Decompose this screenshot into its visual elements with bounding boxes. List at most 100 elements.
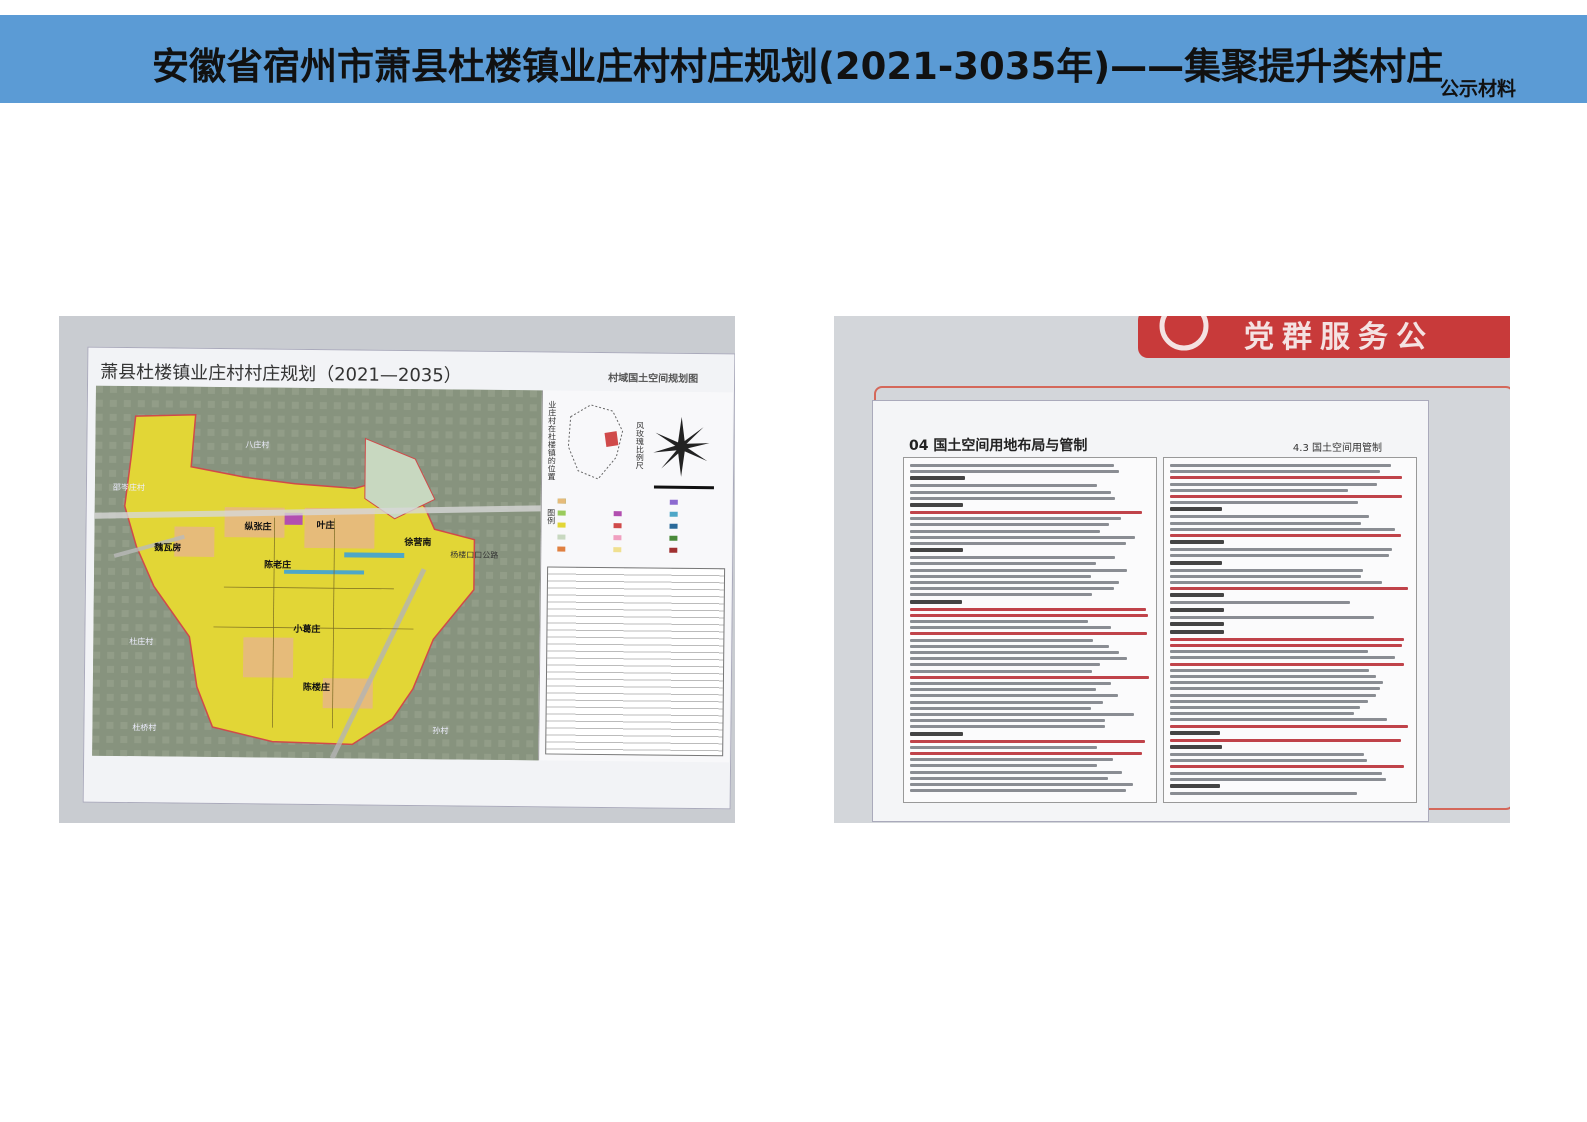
text-line — [910, 694, 1119, 698]
text-line — [1170, 521, 1362, 525]
text-line — [1170, 784, 1221, 788]
text-line — [1170, 650, 1368, 654]
text-line — [910, 593, 1093, 597]
text-line — [1170, 629, 1224, 634]
text-line — [1170, 568, 1364, 572]
text-line — [1170, 693, 1376, 697]
text-line — [1170, 534, 1402, 537]
text-line — [910, 688, 1097, 692]
text-line — [910, 562, 1097, 566]
text-line — [910, 626, 1112, 630]
map-side-panel: 业庄村在杜楼镇的位置 风玫瑰比例尺 图例 — [538, 390, 733, 763]
text-line — [910, 535, 1135, 539]
text-line — [910, 657, 1128, 661]
text-line — [910, 548, 964, 553]
text-line — [910, 745, 1097, 749]
text-line — [910, 706, 1091, 710]
text-line — [910, 663, 1100, 667]
text-line — [1170, 712, 1355, 716]
text-line — [1170, 607, 1224, 612]
text-line — [910, 644, 1110, 648]
text-line — [1170, 587, 1409, 591]
village-label: 徐营南 — [404, 537, 432, 549]
text-line — [910, 725, 1105, 729]
text-line — [1170, 540, 1224, 545]
neighbor-label: 杜桥村 — [132, 723, 157, 733]
text-line — [910, 470, 1120, 474]
page-subtitle: 公示材料 — [1440, 78, 1517, 100]
text-column-left — [903, 457, 1157, 803]
text-line — [1170, 730, 1221, 735]
text-line — [1170, 548, 1392, 552]
text-line — [1170, 574, 1361, 578]
wind-rose-icon — [653, 416, 710, 477]
map-poster: 萧县杜楼镇业庄村村庄规划（2021—2035） 村域国土空间规划图 纵张庄 叶庄… — [82, 346, 735, 810]
land-use-table — [545, 566, 726, 757]
text-line — [1170, 637, 1404, 641]
text-line — [1170, 771, 1383, 775]
text-line — [1170, 488, 1349, 492]
text-line — [1170, 765, 1405, 769]
text-line — [910, 529, 1100, 533]
text-line — [910, 568, 1128, 572]
land-use-map: 纵张庄 叶庄 魏瓦房 陈老庄 徐营南 小葛庄 陈楼庄 八庄村 杜庄村 杜桥村 孙… — [92, 385, 542, 761]
text-line — [910, 490, 1112, 494]
text-line — [1170, 745, 1222, 749]
text-line — [910, 581, 1120, 584]
text-line — [1170, 527, 1396, 531]
text-line — [1170, 621, 1225, 626]
text-line — [1170, 777, 1386, 781]
text-line — [910, 632, 1147, 636]
village-label: 陈楼庄 — [302, 682, 330, 694]
text-line — [910, 713, 1135, 716]
text-line — [910, 523, 1109, 527]
text-line — [910, 503, 964, 507]
text-line — [1170, 792, 1357, 795]
map-legend — [557, 498, 726, 571]
text-line — [910, 700, 1104, 704]
text-line — [910, 764, 1097, 768]
section-title: 04 国土空间用地布局与管制 — [909, 438, 1088, 454]
text-line — [910, 651, 1119, 654]
text-line — [1170, 476, 1403, 480]
text-line — [910, 587, 1115, 591]
text-line — [1170, 464, 1392, 467]
neighbor-label: 八庄村 — [245, 440, 270, 450]
village-label: 魏瓦房 — [154, 543, 182, 554]
location-label: 业庄村在杜楼镇的位置 — [547, 400, 557, 481]
text-column-right — [1163, 457, 1417, 803]
village-label: 小葛庄 — [293, 624, 321, 636]
text-line — [910, 620, 1089, 623]
text-line — [1170, 482, 1378, 486]
neighbor-label: 邵岑庄村 — [112, 482, 145, 493]
legend-label: 图例 — [546, 508, 556, 525]
text-line — [1170, 581, 1383, 584]
text-line — [1170, 718, 1388, 722]
text-line — [910, 476, 965, 481]
road-label: 杨楼口口公路 — [450, 550, 499, 560]
text-line — [910, 719, 1105, 723]
text-line — [1170, 668, 1370, 672]
neighbor-label: 孙村 — [432, 726, 449, 736]
poster-title: 萧县杜楼镇业庄村村庄规划（2021—2035） — [100, 361, 462, 387]
text-line — [1170, 507, 1223, 512]
text-line — [910, 638, 1094, 642]
text-line — [910, 556, 1115, 560]
text-line — [1170, 501, 1358, 505]
text-line — [1170, 759, 1368, 763]
text-line — [910, 669, 1092, 673]
text-line — [910, 789, 1126, 793]
text-line — [910, 542, 1127, 545]
text-line — [910, 613, 1148, 617]
text-line — [1170, 681, 1384, 685]
scale-bar — [653, 485, 714, 490]
text-line — [1170, 644, 1403, 647]
text-line — [1170, 515, 1369, 519]
text-line — [1170, 593, 1224, 598]
sign-text: 党群服务公 — [1244, 320, 1434, 355]
text-line — [910, 607, 1146, 611]
text-line — [910, 758, 1113, 762]
text-line — [1170, 738, 1401, 742]
text-line — [910, 731, 964, 736]
text-line — [1170, 724, 1409, 728]
